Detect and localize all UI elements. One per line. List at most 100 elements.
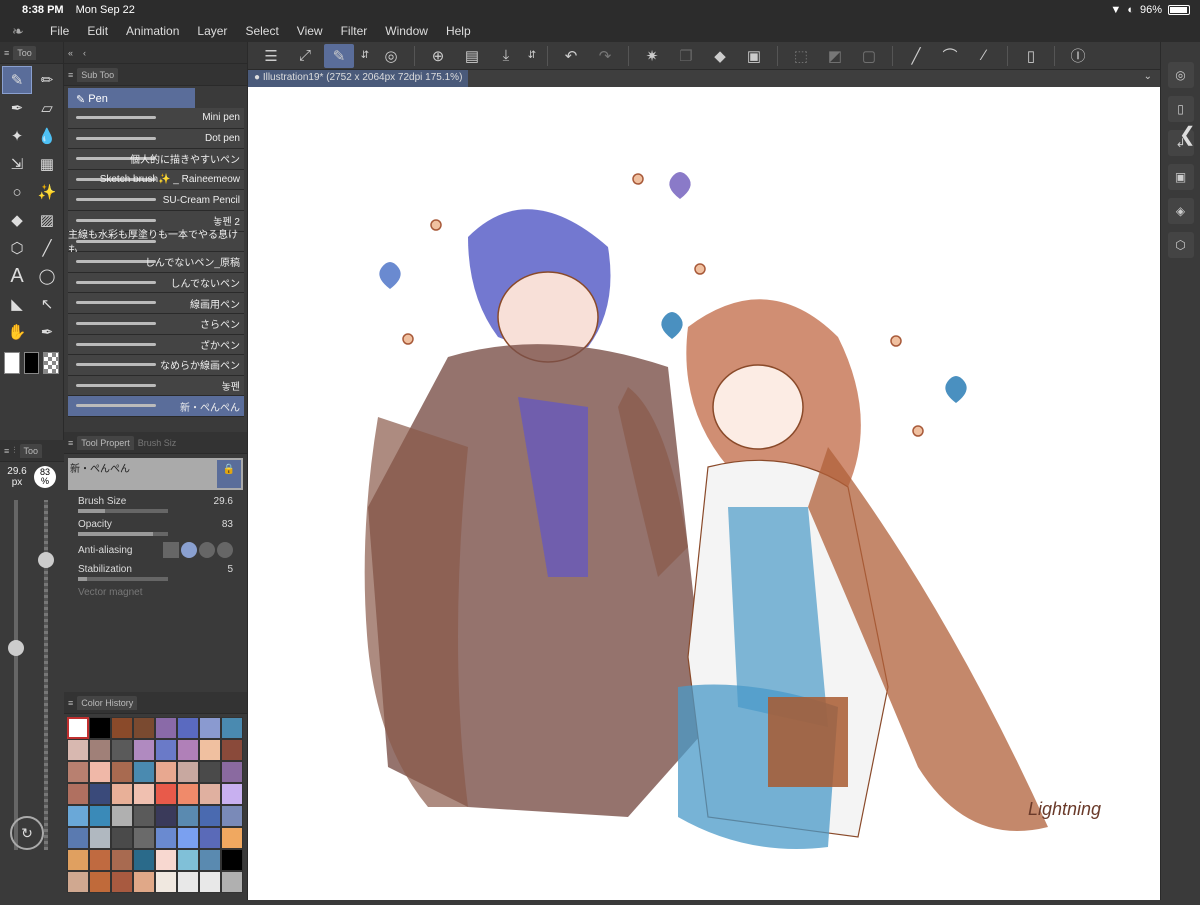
brush-item[interactable]: 主線も水彩も厚塗りも一本でやる息けも <box>68 230 244 256</box>
brush-item[interactable]: ざかペン <box>68 334 244 356</box>
menu-window[interactable]: Window <box>385 24 428 38</box>
tool-tab[interactable]: Too <box>13 45 36 60</box>
color-swatch[interactable] <box>133 739 155 761</box>
panel-menu-icon[interactable]: ≡ <box>4 446 9 456</box>
collapse-left-icon[interactable]: « <box>68 48 73 58</box>
transparent-color-swatch[interactable] <box>43 352 60 374</box>
new-file-icon[interactable]: ⊕ <box>423 44 453 68</box>
color-swatch[interactable] <box>221 849 243 871</box>
brush-item[interactable]: しんでないペン_原稿 <box>68 252 244 273</box>
opacity-slider-knob[interactable] <box>38 552 54 568</box>
color-swatch[interactable] <box>155 871 177 893</box>
color-swatch[interactable] <box>177 717 199 739</box>
gradient-tool-icon[interactable]: ▨ <box>32 206 62 234</box>
panel-menu-icon[interactable]: ≡ <box>68 70 73 80</box>
color-swatch[interactable] <box>111 805 133 827</box>
color-swatch[interactable] <box>89 805 111 827</box>
color-swatch[interactable] <box>177 827 199 849</box>
color-swatch[interactable] <box>199 783 221 805</box>
color-swatch[interactable] <box>199 739 221 761</box>
expand-panel-icon[interactable]: ❮ <box>1179 122 1196 147</box>
color-swatch[interactable] <box>67 805 89 827</box>
color-swatch[interactable] <box>89 739 111 761</box>
device-icon[interactable]: ▯ <box>1016 44 1046 68</box>
open-folder-icon[interactable]: ▤ <box>457 44 487 68</box>
aa-weak-icon[interactable] <box>181 542 197 558</box>
color-swatch[interactable] <box>111 783 133 805</box>
invert-selection-icon[interactable]: ◩ <box>820 44 850 68</box>
aa-none-icon[interactable] <box>163 542 179 558</box>
color-swatch[interactable] <box>111 849 133 871</box>
menu-layer[interactable]: Layer <box>197 24 227 38</box>
chevron-down-icon[interactable]: ⌄ <box>1144 71 1152 82</box>
brush-size-tab[interactable]: Brush Siz <box>138 438 177 448</box>
color-swatch[interactable] <box>221 717 243 739</box>
menu-view[interactable]: View <box>297 24 323 38</box>
brush-icon[interactable]: ⌒ <box>935 44 965 68</box>
stepper-icon[interactable]: ⇵ <box>358 44 372 68</box>
color-swatch[interactable] <box>67 871 89 893</box>
color-swatch[interactable] <box>67 761 89 783</box>
color-swatch[interactable] <box>67 717 89 739</box>
opacity-prop-value[interactable]: 83 <box>222 519 233 530</box>
color-swatch[interactable] <box>177 761 199 783</box>
frame-tool-icon[interactable]: ▦ <box>32 150 62 178</box>
color-swatch[interactable] <box>133 827 155 849</box>
color-swatch[interactable] <box>133 805 155 827</box>
lasso-tool-icon[interactable]: ○ <box>2 178 32 206</box>
color-history-tab[interactable]: Color History <box>77 695 138 710</box>
color-swatch[interactable] <box>89 783 111 805</box>
stepper-icon-2[interactable]: ⇵ <box>525 44 539 68</box>
brush-tool-icon[interactable]: ✒ <box>2 94 32 122</box>
layers-icon[interactable]: ◈ <box>1167 198 1194 224</box>
color-swatch[interactable] <box>177 871 199 893</box>
aa-strong-icon[interactable] <box>217 542 233 558</box>
rotate-view-icon[interactable]: ↻ <box>10 816 44 850</box>
eyedropper-tool-icon[interactable]: ✒ <box>32 318 62 346</box>
color-swatch[interactable] <box>177 849 199 871</box>
aa-medium-icon[interactable] <box>199 542 215 558</box>
color-swatch[interactable] <box>111 871 133 893</box>
menu-help[interactable]: Help <box>446 24 471 38</box>
pencil-tool-icon[interactable]: ✏ <box>32 66 62 94</box>
color-swatch[interactable] <box>199 805 221 827</box>
stabilization-value[interactable]: 5 <box>227 564 233 575</box>
color-swatch[interactable] <box>199 761 221 783</box>
color-swatch[interactable] <box>111 827 133 849</box>
save-icon[interactable]: ⤓ <box>491 44 521 68</box>
color-swatch[interactable] <box>221 805 243 827</box>
panel-menu-icon[interactable]: ≡ <box>68 698 73 708</box>
color-swatch[interactable] <box>155 761 177 783</box>
edit-mode-icon[interactable]: ✎ <box>324 43 354 68</box>
color-swatch[interactable] <box>199 849 221 871</box>
brush-item[interactable]: なめらか線画ペン <box>68 355 244 376</box>
collapse-chevron-icon[interactable]: ‹ <box>83 48 86 58</box>
drawing-canvas[interactable]: Lightning <box>248 87 1160 900</box>
color-swatch[interactable] <box>221 871 243 893</box>
color-swatch[interactable] <box>111 717 133 739</box>
brush-size-value[interactable]: 29.6 <box>214 496 233 507</box>
color-swatch[interactable] <box>199 827 221 849</box>
ruler-pen-icon[interactable]: ╱ <box>901 44 931 68</box>
color-swatch[interactable] <box>67 783 89 805</box>
text-tool-icon[interactable]: A <box>2 262 32 290</box>
copy-icon[interactable]: ❐ <box>671 44 701 68</box>
color-swatch[interactable] <box>177 783 199 805</box>
tool-property-tab[interactable]: Tool Propert <box>77 435 134 450</box>
brush-item[interactable]: 新・ぺんぺん <box>68 396 244 417</box>
color-swatch[interactable] <box>111 739 133 761</box>
blend-tool-icon[interactable]: 💧 <box>32 122 62 150</box>
brush-size-bar[interactable] <box>78 509 168 513</box>
color-swatch[interactable] <box>89 827 111 849</box>
brush-item[interactable]: Dot pen <box>68 128 244 150</box>
brush-item[interactable]: さらペン <box>68 313 244 335</box>
magic-wand-tool-icon[interactable]: ✨ <box>32 178 62 206</box>
color-swatch[interactable] <box>111 761 133 783</box>
color-swatch[interactable] <box>89 871 111 893</box>
sub-tool-tab[interactable]: Sub Too <box>77 67 119 82</box>
brush-item[interactable]: しんでないペン <box>68 272 244 294</box>
deselect-icon[interactable]: ⬚ <box>786 44 816 68</box>
fill-icon[interactable]: ◆ <box>705 44 735 68</box>
color-swatch[interactable] <box>155 739 177 761</box>
navigator-icon[interactable]: ◎ <box>1167 62 1194 88</box>
